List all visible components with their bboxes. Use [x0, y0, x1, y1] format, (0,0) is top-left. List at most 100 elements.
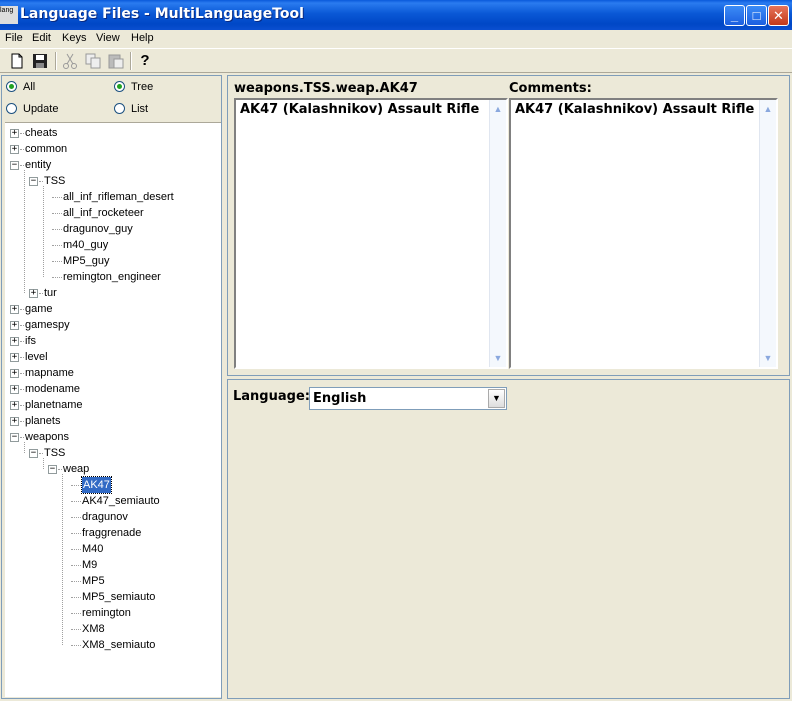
- tree-node[interactable]: dragunov_guy: [5, 221, 215, 237]
- tree-node[interactable]: − weapons: [5, 429, 215, 445]
- radio-list-indicator[interactable]: [114, 103, 125, 114]
- tree-node[interactable]: + game: [5, 301, 215, 317]
- tree-connector: [20, 373, 24, 374]
- radio-update-indicator[interactable]: [6, 103, 17, 114]
- radio-tree-indicator[interactable]: [114, 81, 125, 92]
- tree-node[interactable]: all_inf_rifleman_desert: [5, 189, 215, 205]
- tree-expand-icon[interactable]: +: [10, 305, 19, 314]
- radio-all-indicator[interactable]: [6, 81, 17, 92]
- comments-textbox[interactable]: AK47 (Kalashnikov) Assault Rifle ▲ ▼: [509, 98, 778, 369]
- tree-node-label: M9: [82, 559, 98, 571]
- tree-node[interactable]: + level: [5, 349, 215, 365]
- tree-expand-icon[interactable]: +: [10, 145, 19, 154]
- scroll-up-icon[interactable]: ▲: [761, 102, 775, 116]
- menu-help[interactable]: Help: [131, 32, 154, 44]
- tree-node[interactable]: + planets: [5, 413, 215, 429]
- translation-text: AK47 (Kalashnikov) Assault Rifle: [240, 102, 480, 117]
- tree-node[interactable]: + ifs: [5, 333, 215, 349]
- tree-node-label: XM8: [82, 623, 105, 635]
- radio-update-label: Update: [23, 103, 59, 115]
- tree-node[interactable]: + tur: [5, 285, 215, 301]
- tree-expand-icon[interactable]: +: [10, 337, 19, 346]
- tree-node[interactable]: MP5: [5, 573, 215, 589]
- tree-connector: [20, 357, 24, 358]
- menu-file[interactable]: File: [5, 32, 23, 44]
- tree-expand-icon[interactable]: +: [10, 369, 19, 378]
- tree-node[interactable]: remington: [5, 605, 215, 621]
- tree-connector: [39, 181, 43, 182]
- copy-icon[interactable]: [84, 52, 102, 70]
- tree-connector: [52, 213, 62, 214]
- comments-text: AK47 (Kalashnikov) Assault Rifle: [515, 102, 755, 117]
- tree-connector: [71, 517, 81, 518]
- tree-node[interactable]: MP5_guy: [5, 253, 215, 269]
- tree-node-label: gamespy: [25, 319, 70, 331]
- translation-scrollbar[interactable]: ▲ ▼: [489, 100, 506, 367]
- comments-scrollbar[interactable]: ▲ ▼: [759, 100, 776, 367]
- tree-node[interactable]: + common: [5, 141, 215, 157]
- tree-node[interactable]: MP5_semiauto: [5, 589, 215, 605]
- tree-node[interactable]: M40: [5, 541, 215, 557]
- tree-node[interactable]: + modename: [5, 381, 215, 397]
- tree-node[interactable]: all_inf_rocketeer: [5, 205, 215, 221]
- tree-expand-icon[interactable]: +: [10, 417, 19, 426]
- tree-node[interactable]: + cheats: [5, 125, 215, 141]
- tree-node[interactable]: + planetname: [5, 397, 215, 413]
- tree-collapse-icon[interactable]: −: [10, 161, 19, 170]
- tree-expand-icon[interactable]: +: [10, 129, 19, 138]
- help-icon[interactable]: ?: [136, 52, 154, 70]
- new-file-icon[interactable]: [8, 52, 26, 70]
- tree-node-label: TSS: [44, 447, 66, 459]
- tree-node[interactable]: − TSS: [5, 173, 215, 189]
- scroll-down-icon[interactable]: ▼: [491, 351, 505, 365]
- tree-connector: [20, 165, 24, 166]
- tree-node[interactable]: − weap: [5, 461, 215, 477]
- cut-icon[interactable]: [61, 52, 79, 70]
- tree-collapse-icon[interactable]: −: [29, 177, 38, 186]
- language-select[interactable]: English ▼: [309, 387, 507, 410]
- close-button[interactable]: ✕: [768, 5, 789, 26]
- tree-node[interactable]: − TSS: [5, 445, 215, 461]
- tree-node-label: entity: [25, 159, 52, 171]
- radio-list[interactable]: List: [114, 103, 148, 115]
- tree-node[interactable]: + mapname: [5, 365, 215, 381]
- maximize-button[interactable]: □: [746, 5, 767, 26]
- tree-node[interactable]: M9: [5, 557, 215, 573]
- radio-all[interactable]: All: [6, 81, 35, 93]
- tree-node[interactable]: AK47: [5, 476, 215, 494]
- tree-expand-icon[interactable]: +: [10, 385, 19, 394]
- tree-collapse-icon[interactable]: −: [29, 449, 38, 458]
- radio-update[interactable]: Update: [6, 103, 58, 115]
- tree-node[interactable]: + gamespy: [5, 317, 215, 333]
- menu-keys[interactable]: Keys: [62, 32, 86, 44]
- scroll-down-icon[interactable]: ▼: [761, 351, 775, 365]
- menu-edit[interactable]: Edit: [32, 32, 51, 44]
- translation-textbox[interactable]: AK47 (Kalashnikov) Assault Rifle ▲ ▼: [234, 98, 508, 369]
- radio-tree-label: Tree: [131, 81, 154, 93]
- tree-node[interactable]: remington_engineer: [5, 269, 215, 285]
- tree-node[interactable]: XM8: [5, 621, 215, 637]
- tree-expand-icon[interactable]: +: [29, 289, 38, 298]
- tree-node[interactable]: dragunov: [5, 509, 215, 525]
- radio-tree[interactable]: Tree: [114, 81, 153, 93]
- tree-collapse-icon[interactable]: −: [48, 465, 57, 474]
- tree-node-label: planets: [25, 415, 61, 427]
- tree-expand-icon[interactable]: +: [10, 321, 19, 330]
- tree-collapse-icon[interactable]: −: [10, 433, 19, 442]
- chevron-down-icon[interactable]: ▼: [488, 389, 505, 408]
- tree-node[interactable]: fraggrenade: [5, 525, 215, 541]
- window-title: Language Files - MultiLanguageTool: [20, 6, 304, 22]
- tree-expand-icon[interactable]: +: [10, 353, 19, 362]
- tree-view[interactable]: + cheats + common − entity − TSS all_inf_riflema…: [5, 122, 221, 697]
- tree-node[interactable]: XM8_semiauto: [5, 637, 215, 653]
- save-icon[interactable]: [31, 52, 49, 70]
- tree-expand-icon[interactable]: +: [10, 401, 19, 410]
- title-bar[interactable]: lang Language Files - MultiLanguageTool …: [0, 0, 792, 30]
- tree-node[interactable]: m40_guy: [5, 237, 215, 253]
- menu-view[interactable]: View: [96, 32, 120, 44]
- scroll-up-icon[interactable]: ▲: [491, 102, 505, 116]
- paste-icon[interactable]: [107, 52, 125, 70]
- tree-node[interactable]: − entity: [5, 157, 215, 173]
- minimize-button[interactable]: _: [724, 5, 745, 26]
- tree-node[interactable]: AK47_semiauto: [5, 493, 215, 509]
